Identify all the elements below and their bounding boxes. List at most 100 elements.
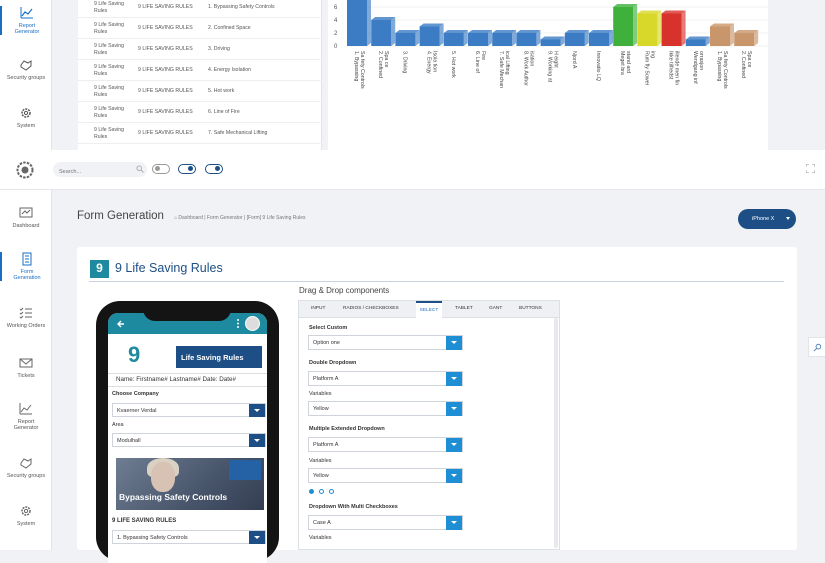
double-dropdown-label: Double Dropdown [309,360,357,366]
rules-heading: 9 LIFE SAVING RULES [112,518,177,524]
sidebar-item-working-orders[interactable]: Working Orders [0,306,52,329]
list-item[interactable]: 9 Life Saving Rules 9 LIFE SAVING RULES 7. … [78,123,322,144]
sidebar-item-dashboard[interactable]: Dashboard [0,206,52,229]
toggle-switch[interactable] [152,164,170,174]
device-select-button[interactable]: iPhone X [738,209,796,229]
x-tick-label: 9. Working atH eight [547,51,559,83]
form-title: 9 Life Saving Rules [115,261,223,275]
home-icon[interactable]: ⌂ [174,215,177,221]
bar[interactable] [443,33,464,46]
bar[interactable] [710,26,730,47]
bar[interactable] [492,33,513,46]
row-name: 9 Life Saving Rules [94,127,134,141]
more-vertical-icon[interactable] [236,318,240,329]
search-icon [813,343,822,352]
sidebar-item-system[interactable]: System [0,106,52,129]
x-tick-label: 6. Line ofFire [474,51,486,73]
sidebar-item-system[interactable]: System [0,504,52,527]
chevron-down-icon [446,402,462,416]
list-item[interactable]: 9 Life Saving Rules 9 LIFE SAVING RULES 6. … [78,102,322,123]
sidebar-item-report-generator[interactable]: Report Generator [0,402,52,431]
tab-buttons[interactable]: BUTTONS [519,306,542,311]
phone-notch [143,303,231,321]
fullscreen-icon[interactable] [806,164,815,173]
sidebar-item-tickets[interactable]: Tickets [0,356,52,379]
row-rule: 3. Driving [208,46,230,52]
sidebar-item-security-groups[interactable]: Security groups [0,456,52,479]
sidebar-item-security-groups[interactable]: Security groups [0,58,52,81]
double-dropdown[interactable]: Platform A [308,371,463,386]
rule-select[interactable]: 1. Bypassing Safety Controls [112,530,266,544]
list-item[interactable]: 9 Life Saving Rules 9 LIFE SAVING RULES 3. … [78,39,322,60]
list-item[interactable]: 9 Life Saving Rules 9 LIFE SAVING RULES 1. … [78,0,322,18]
variables-select[interactable]: Yellow [308,401,463,416]
area-value: Modulhall [117,438,141,444]
bar-top [419,23,444,27]
bar[interactable] [371,20,392,46]
row-rule: 5. Hot work [208,88,235,94]
sidebar-item-form-generation[interactable]: Form Generation [0,252,52,281]
tab-gant[interactable]: GANT [489,306,502,311]
row-name: 9 Life Saving Rules [94,22,134,36]
select-custom[interactable]: Option one [308,335,463,350]
bar[interactable] [540,39,561,47]
tab-tablet[interactable]: TABLET [455,306,473,311]
breadcrumb[interactable]: ⌂ Dashboard | Form Generator | [Form] 9 … [174,215,306,221]
company-select[interactable]: Kvaerner Verdal [112,403,266,417]
variables-label: Variables [309,391,332,397]
security-hands-icon [20,458,32,469]
dashboard-icon [19,207,33,218]
row-category: 9 LIFE SAVING RULES [138,67,193,73]
search-icon[interactable] [136,165,144,173]
list-item[interactable]: 9 Life Saving Rules 9 LIFE SAVING RULES 2. … [78,18,322,39]
toggle-switch[interactable] [205,164,223,174]
pager-dot[interactable] [309,489,314,494]
x-tick-label: 2. ConfinedSpa ce [740,51,752,78]
bar-top [492,30,517,33]
select-custom-value: Option one [313,340,340,346]
vertical-scrollbar[interactable] [554,318,558,548]
pager-dot[interactable] [329,489,334,494]
toggle-switch[interactable] [178,164,196,174]
multi-checkbox-dropdown[interactable]: Case A [308,515,463,530]
bar[interactable] [347,0,367,46]
multi-extended-dropdown[interactable]: Platform A [308,437,463,452]
bar[interactable] [637,13,658,47]
bar-top [637,10,662,14]
list-item[interactable]: 9 Life Saving Rules 9 LIFE SAVING RULES 4. … [78,60,322,81]
pager-dot[interactable] [319,489,324,494]
search-input[interactable] [53,162,147,177]
bar-chart: 0 2 4 6 1. BypassingSa fety Controls 2. Confi… [334,0,768,89]
area-select[interactable]: Modulhall [112,433,266,447]
divider [89,281,784,282]
sidebar-label: Working Orders [6,323,46,329]
bar[interactable] [468,33,488,46]
row-name-line: Rules [94,29,108,35]
side-search-tab[interactable] [808,337,825,357]
bar-top [685,36,710,40]
bar[interactable] [734,33,755,46]
app-sidebar: Dashboard Form Generation Working Orders… [0,190,52,550]
tab-select[interactable]: SELECT [416,301,442,318]
list-item[interactable]: 9 Life Saving Rules 9 LIFE SAVING RULES 5. … [78,81,322,102]
x-tick-label: Wendgang inforrasjon [692,51,704,84]
security-hands-icon [20,60,32,71]
bar[interactable] [589,33,609,46]
bar[interactable] [613,7,634,46]
sidebar-item-report-generator[interactable]: Report Generator [0,6,52,35]
avatar[interactable] [245,316,260,331]
back-arrow-icon[interactable] [116,319,126,329]
bar[interactable] [661,13,682,47]
bar[interactable] [395,33,416,46]
tab-input[interactable]: INPUT [311,306,325,311]
component-tabs: INPUT RADIOS / CHECKBOXES SELECT TABLET … [299,301,559,318]
bar[interactable] [516,33,537,46]
bar[interactable] [419,26,440,47]
x-tick-label: 7. Safe Mechanical Lifting [498,51,510,88]
chevron-down-icon [446,372,462,386]
bar[interactable] [685,39,706,47]
row-name-line: Rules [94,71,108,77]
tab-radios-checkboxes[interactable]: RADIOS / CHECKBOXES [343,306,399,311]
variables-select[interactable]: Yellow [308,468,463,483]
bar[interactable] [564,33,585,46]
